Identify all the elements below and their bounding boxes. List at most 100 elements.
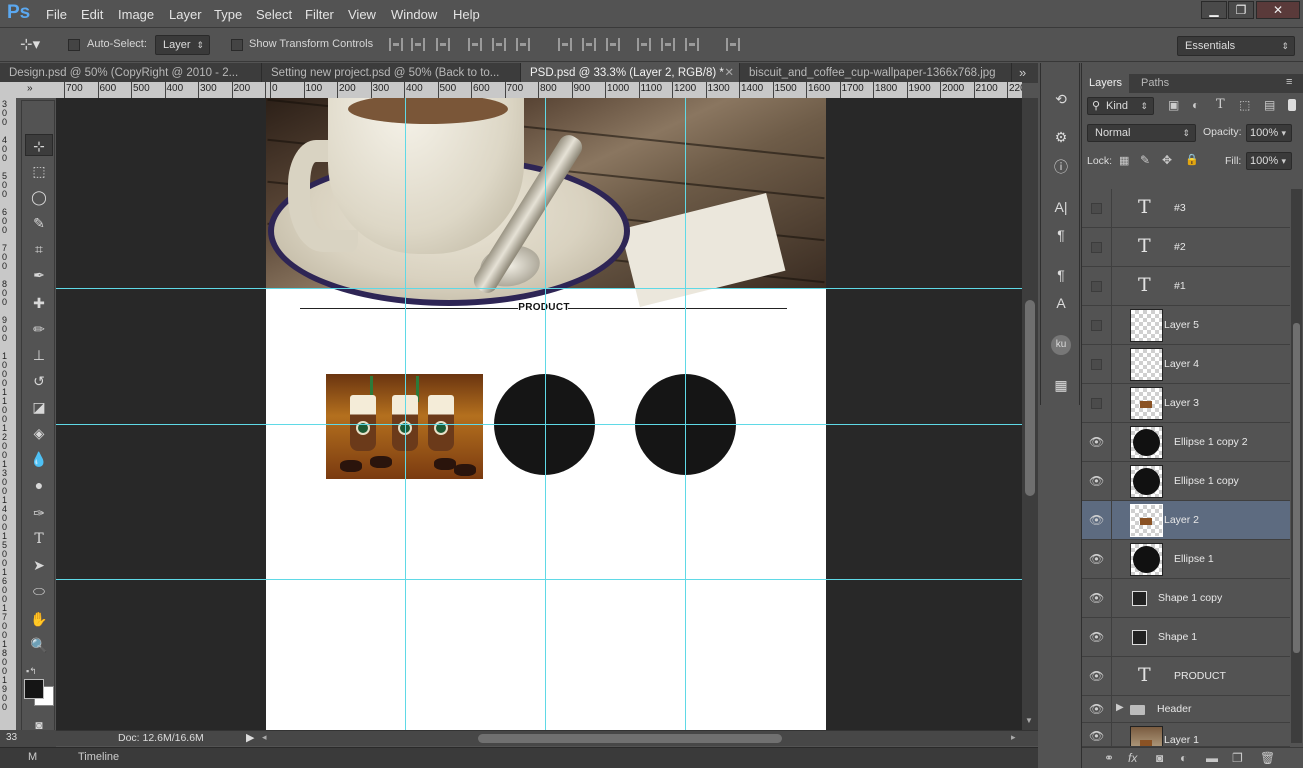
eye-icon[interactable]: 👁 bbox=[1089, 591, 1104, 605]
paragraph-styles-icon[interactable]: ¶ bbox=[1051, 265, 1071, 285]
show-transform-checkbox[interactable] bbox=[231, 39, 243, 51]
lock-all-icon[interactable]: 🔒 bbox=[1185, 153, 1199, 166]
filter-type-icon[interactable]: T bbox=[1216, 97, 1225, 112]
layer-name[interactable]: #3 bbox=[1174, 189, 1186, 228]
layer-name[interactable]: Layer 5 bbox=[1164, 306, 1199, 345]
layer-name[interactable]: Ellipse 1 bbox=[1174, 540, 1214, 579]
visibility-toggle[interactable] bbox=[1091, 242, 1102, 253]
layer-row-text-1[interactable]: T #1 bbox=[1082, 267, 1290, 306]
layer-name[interactable]: Ellipse 1 copy 2 bbox=[1174, 423, 1248, 462]
layer-row-product-text[interactable]: 👁 T PRODUCT bbox=[1082, 657, 1290, 696]
history-brush-tool-icon[interactable]: ↺ bbox=[25, 370, 53, 392]
layer-name[interactable]: Layer 3 bbox=[1164, 384, 1199, 423]
type-tool-icon[interactable]: T bbox=[25, 528, 53, 550]
close-tab-icon[interactable]: ✕ bbox=[724, 63, 734, 83]
layer-name[interactable]: Shape 1 bbox=[1158, 618, 1197, 657]
menu-filter[interactable]: Filter bbox=[305, 7, 334, 22]
align-hcenter-icon[interactable] bbox=[492, 38, 506, 51]
distribute-hcenter-icon[interactable] bbox=[661, 38, 675, 51]
ellipse-tool-icon[interactable]: ⬭ bbox=[25, 580, 53, 602]
delete-layer-icon[interactable]: 🗑 bbox=[1260, 751, 1275, 765]
eye-icon[interactable]: 👁 bbox=[1089, 630, 1104, 644]
vertical-scrollbar[interactable]: ▼ bbox=[1022, 98, 1038, 730]
eraser-tool-icon[interactable]: ◪ bbox=[25, 396, 53, 418]
opacity-field[interactable]: 100% ▾ bbox=[1246, 124, 1292, 142]
layer-name[interactable]: Header bbox=[1157, 696, 1191, 723]
paragraph-panel-icon[interactable]: ¶ bbox=[1051, 225, 1071, 245]
tab-setting-new-project[interactable]: Setting new project.psd @ 50% (Back to t… bbox=[262, 63, 521, 83]
layer-row-ellipse-1-copy-2[interactable]: 👁 Ellipse 1 copy 2 bbox=[1082, 423, 1290, 462]
distribute-right-icon[interactable] bbox=[685, 38, 699, 51]
marquee-tool-icon[interactable]: ⬚ bbox=[25, 160, 53, 182]
auto-select-dropdown[interactable]: Layer ⇕ bbox=[155, 35, 210, 55]
filter-kind-dropdown[interactable]: ⚲ Kind ⇕ bbox=[1087, 97, 1154, 115]
layer-row-ellipse-1[interactable]: 👁 Ellipse 1 bbox=[1082, 540, 1290, 579]
fill-field[interactable]: 100% ▾ bbox=[1246, 152, 1292, 170]
default-colors-icon[interactable]: ▪↰ bbox=[26, 666, 37, 677]
menu-view[interactable]: View bbox=[348, 7, 376, 22]
guide-horizontal[interactable] bbox=[56, 579, 1022, 580]
menu-window[interactable]: Window bbox=[391, 7, 437, 22]
lock-image-icon[interactable]: ✎ bbox=[1140, 153, 1150, 167]
paint-bucket-tool-icon[interactable]: ◈ bbox=[25, 422, 53, 444]
guide-horizontal[interactable] bbox=[56, 288, 1022, 289]
layer-name[interactable]: Layer 1 bbox=[1164, 723, 1199, 746]
layer-row-shape-1-copy[interactable]: 👁 Shape 1 copy bbox=[1082, 579, 1290, 618]
layer-row-layer-2[interactable]: 👁 Layer 2 bbox=[1082, 501, 1290, 540]
kuler-panel-icon[interactable]: ku bbox=[1051, 335, 1071, 355]
move-tool-icon[interactable]: ⊹ bbox=[25, 134, 53, 156]
history-panel-icon[interactable]: ⟲ bbox=[1051, 89, 1071, 109]
character-panel-icon[interactable]: A| bbox=[1051, 197, 1071, 217]
path-selection-tool-icon[interactable]: ➤ bbox=[25, 554, 53, 576]
panel-menu-icon[interactable]: ≡ bbox=[1286, 76, 1292, 88]
align-bottom-icon[interactable] bbox=[436, 38, 450, 51]
layer-row-layer-1[interactable]: 👁 Layer 1 bbox=[1082, 723, 1290, 747]
layer-name[interactable]: Layer 4 bbox=[1164, 345, 1199, 384]
maximize-button[interactable]: ❐ bbox=[1228, 1, 1254, 19]
layer-name[interactable]: PRODUCT bbox=[1174, 657, 1226, 696]
filter-pixel-icon[interactable]: ▣ bbox=[1168, 98, 1179, 112]
new-group-icon[interactable]: ▬ bbox=[1206, 751, 1218, 765]
hand-tool-icon[interactable]: ✋ bbox=[25, 608, 53, 630]
lock-transparent-icon[interactable]: ▦ bbox=[1119, 154, 1129, 167]
guide-vertical[interactable] bbox=[405, 98, 406, 730]
tab-overflow-icon[interactable]: » bbox=[1019, 65, 1026, 80]
layer-name[interactable]: #2 bbox=[1174, 228, 1186, 267]
filter-smart-object-icon[interactable]: ▤ bbox=[1264, 98, 1275, 112]
eye-icon[interactable]: 👁 bbox=[1089, 669, 1104, 683]
eye-icon[interactable]: 👁 bbox=[1089, 435, 1104, 449]
menu-select[interactable]: Select bbox=[256, 7, 292, 22]
add-mask-icon[interactable]: ◙ bbox=[1156, 751, 1163, 765]
auto-select-checkbox[interactable] bbox=[68, 39, 80, 51]
guide-horizontal[interactable] bbox=[56, 424, 1022, 425]
character-styles-icon[interactable]: A bbox=[1051, 293, 1071, 313]
eye-icon[interactable]: 👁 bbox=[1089, 513, 1104, 527]
filter-toggle-icon[interactable] bbox=[1288, 99, 1296, 111]
pen-tool-icon[interactable]: ✑ bbox=[25, 502, 53, 524]
visibility-toggle[interactable] bbox=[1091, 398, 1102, 409]
layer-row-ellipse-1-copy[interactable]: 👁 Ellipse 1 copy bbox=[1082, 462, 1290, 501]
eye-icon[interactable]: 👁 bbox=[1089, 474, 1104, 488]
lasso-tool-icon[interactable]: ◯ bbox=[25, 186, 53, 208]
eye-icon[interactable]: 👁 bbox=[1089, 702, 1104, 716]
layers-scroll-thumb[interactable] bbox=[1293, 323, 1300, 653]
tab-biscuit-wallpaper[interactable]: biscuit_and_coffee_cup-wallpaper-1366x76… bbox=[740, 63, 1012, 83]
adjustment-layer-icon[interactable]: ◐ bbox=[1180, 751, 1187, 765]
link-layers-icon[interactable]: ⚭ bbox=[1104, 751, 1114, 765]
clone-stamp-tool-icon[interactable]: ⊥ bbox=[25, 344, 53, 366]
layer-name[interactable]: Shape 1 copy bbox=[1158, 579, 1222, 618]
panel-grid-icon[interactable]: ▦ bbox=[1051, 375, 1071, 395]
workspace-dropdown[interactable]: Essentials ⇕ bbox=[1177, 36, 1295, 56]
menu-image[interactable]: Image bbox=[118, 7, 154, 22]
tab-design-psd[interactable]: Design.psd @ 50% (CopyRight @ 2010 - 2..… bbox=[0, 63, 262, 83]
quick-select-tool-icon[interactable]: ✎ bbox=[25, 212, 53, 234]
close-button[interactable]: ✕ bbox=[1256, 1, 1300, 19]
new-layer-icon[interactable]: ❐ bbox=[1232, 751, 1243, 765]
layer-style-icon[interactable]: fx bbox=[1128, 751, 1137, 765]
layer-name[interactable]: #1 bbox=[1174, 267, 1186, 306]
tab-psd-psd[interactable]: PSD.psd @ 33.3% (Layer 2, RGB/8) * ✕ bbox=[521, 63, 740, 83]
auto-align-icon[interactable] bbox=[726, 38, 740, 51]
scroll-right-icon[interactable]: ▸ bbox=[1011, 732, 1016, 743]
healing-brush-tool-icon[interactable]: ✚ bbox=[25, 292, 53, 314]
zoom-tool-icon[interactable]: 🔍 bbox=[25, 634, 53, 656]
